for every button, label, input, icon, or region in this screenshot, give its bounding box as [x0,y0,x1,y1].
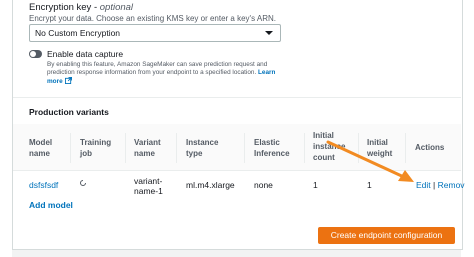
caret-down-icon [265,31,273,35]
column-separator [405,133,406,163]
encryption-key-description: Encrypt your data. Choose an existing KM… [29,14,276,23]
header-elastic-inference: Elastic Inference [254,138,290,158]
encryption-key-label-text: Encryption key - [29,2,100,13]
encryption-key-value: No Custom Encryption [35,28,121,38]
create-endpoint-configuration-button[interactable]: Create endpoint configuration [318,227,455,244]
optional-tag: optional [99,2,134,13]
data-capture-description-text: By enabling this feature, Amazon SageMak… [47,61,268,77]
elastic-inference-cell: none [254,180,273,190]
column-separator [358,133,359,163]
header-instance-type: Instance type [186,138,219,158]
row-actions: Edit | Remov [416,180,465,190]
actions-separator: | [433,180,436,190]
header-training-job: Training job [80,138,112,158]
data-capture-title: Enable data capture [47,49,124,59]
model-name-link[interactable]: dsfsfsdf [29,180,58,190]
section-divider [13,97,461,98]
column-separator [244,133,245,163]
loading-spinner-icon [80,180,86,186]
header-initial-instance-count: Initial instance count [313,131,346,162]
external-link-icon[interactable] [64,77,72,85]
edit-link[interactable]: Edit [416,180,431,190]
variant-name-cell: variant-name-1 [134,176,163,196]
remove-link[interactable]: Remov [438,180,465,190]
column-separator [70,133,71,163]
add-model-link[interactable]: Add model [29,200,73,210]
encryption-key-select[interactable]: No Custom Encryption [29,24,281,42]
header-initial-weight: Initial weight [367,138,393,158]
header-model-name: Model name [29,138,53,158]
column-separator [176,133,177,163]
initial-instance-count-cell: 1 [313,180,318,190]
initial-weight-cell: 1 [367,180,372,190]
encryption-key-label: Encryption key - optional [29,2,133,13]
production-variants-title: Production variants [29,107,109,117]
header-actions: Actions [415,143,445,152]
column-separator [304,133,305,163]
panel-shadow [12,250,461,257]
data-capture-description: By enabling this feature, Amazon SageMak… [47,61,287,87]
column-separator [125,133,126,163]
instance-type-cell: ml.m4.xlarge [186,180,235,190]
header-variant-name: Variant name [134,138,161,158]
data-capture-toggle[interactable] [29,50,42,58]
toggle-knob [30,51,36,57]
